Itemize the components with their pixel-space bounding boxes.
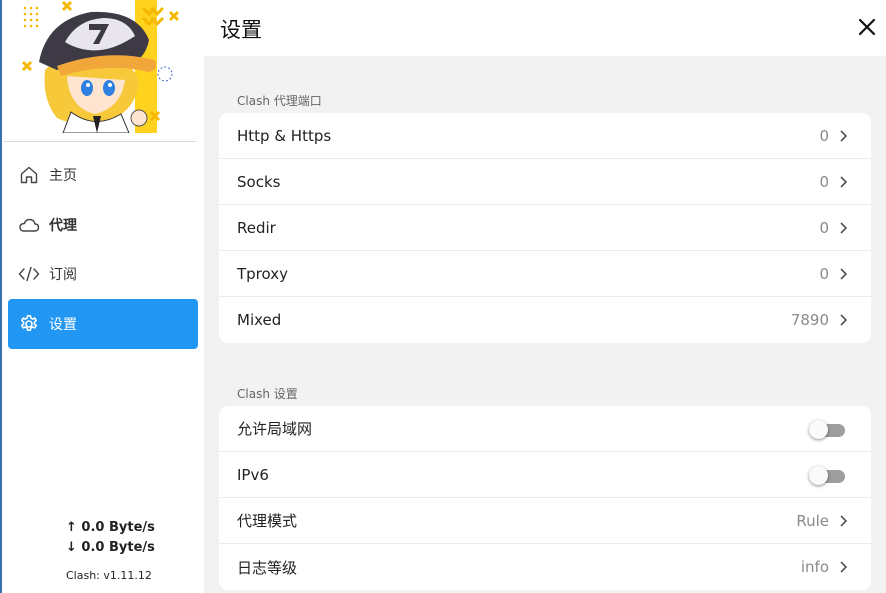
setting-row-ipv6: IPv6 <box>219 452 871 498</box>
row-value: 0 <box>819 218 829 237</box>
chevron-right-icon <box>839 514 849 528</box>
port-row-mixed[interactable]: Mixed 7890 <box>219 297 871 343</box>
setting-row-allow-lan: 允许局域网 <box>219 406 871 452</box>
row-label: Socks <box>237 172 281 191</box>
port-row-socks[interactable]: Socks 0 <box>219 159 871 205</box>
row-label: 代理模式 <box>237 512 298 530</box>
gear-icon <box>18 313 40 335</box>
sidebar-item-label: 代理 <box>49 218 77 234</box>
download-speed: ↓ 0.0 Byte/s <box>66 540 155 555</box>
row-value: 0 <box>819 264 829 283</box>
setting-row-log-level[interactable]: 日志等级 info <box>219 544 871 590</box>
port-row-redir[interactable]: Redir 0 <box>219 205 871 251</box>
row-label: Tproxy <box>237 264 288 283</box>
chevron-right-icon <box>839 560 849 574</box>
allow-lan-toggle[interactable] <box>809 419 845 439</box>
section-label-clash: Clash 设置 <box>237 387 298 401</box>
row-value: 0 <box>819 172 829 191</box>
close-icon <box>858 18 876 36</box>
sidebar-item-subscription[interactable]: 订阅 <box>8 249 198 299</box>
row-label: 允许局域网 <box>237 420 313 438</box>
row-value: 7890 <box>790 311 829 329</box>
mascot-logo <box>17 0 197 133</box>
sidebar: 主页 代理 订阅 设置 ↑ 0.0 Byte/s ↓ 0.0 Byte/s Cl… <box>4 0 204 593</box>
settings-panel: 设置 Clash 代理端口 Http & Https 0 Socks 0 Red… <box>204 0 886 593</box>
chevron-right-icon <box>839 221 849 235</box>
sidebar-item-label: 设置 <box>49 317 77 333</box>
close-button[interactable] <box>856 16 878 38</box>
sidebar-item-label: 订阅 <box>49 267 77 283</box>
cloud-icon <box>18 214 40 236</box>
code-icon <box>18 263 40 285</box>
port-row-tproxy[interactable]: Tproxy 0 <box>219 251 871 297</box>
row-value: 0 <box>819 126 829 145</box>
sidebar-item-home[interactable]: 主页 <box>8 150 198 200</box>
section-label-ports: Clash 代理端口 <box>237 94 322 108</box>
row-label: IPv6 <box>237 465 269 484</box>
row-label: Redir <box>237 218 276 237</box>
sidebar-item-settings[interactable]: 设置 <box>8 299 198 349</box>
chevron-right-icon <box>839 313 849 327</box>
clash-version: Clash: v1.11.12 <box>66 569 152 582</box>
page-header: 设置 <box>204 0 886 56</box>
row-label: Http & Https <box>237 126 332 145</box>
row-label: 日志等级 <box>237 558 298 577</box>
clash-settings-card: 允许局域网 IPv6 代理模式 Rule 日志等级 info <box>219 406 871 590</box>
home-icon <box>18 164 40 186</box>
sidebar-item-label: 主页 <box>49 168 77 184</box>
row-value: info <box>800 558 829 576</box>
sidebar-divider <box>4 141 196 142</box>
ipv6-toggle[interactable] <box>809 465 845 485</box>
row-value: Rule <box>796 511 829 530</box>
chevron-right-icon <box>839 175 849 189</box>
chevron-right-icon <box>839 129 849 143</box>
upload-speed: ↑ 0.0 Byte/s <box>66 520 155 535</box>
app-window: 主页 代理 订阅 设置 ↑ 0.0 Byte/s ↓ 0.0 Byte/s Cl… <box>0 0 886 593</box>
page-title: 设置 <box>220 18 262 42</box>
setting-row-proxy-mode[interactable]: 代理模式 Rule <box>219 498 871 544</box>
chevron-right-icon <box>839 267 849 281</box>
ports-card: Http & Https 0 Socks 0 Redir 0 Tproxy 0 … <box>219 113 871 343</box>
sidebar-item-proxy[interactable]: 代理 <box>8 200 198 250</box>
row-label: Mixed <box>237 311 282 329</box>
port-row-http[interactable]: Http & Https 0 <box>219 113 871 159</box>
